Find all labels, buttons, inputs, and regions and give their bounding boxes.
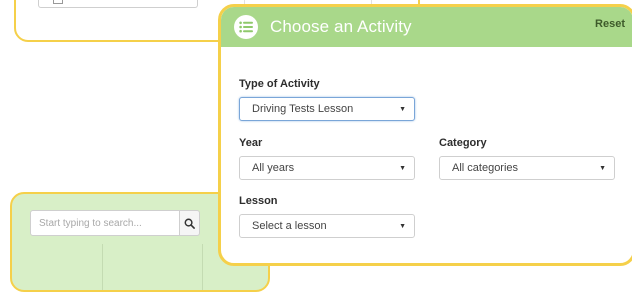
- search-input[interactable]: [30, 210, 180, 236]
- choose-activity-modal: Choose an Activity Reset Type of Activit…: [218, 4, 632, 266]
- category-value: All categories: [452, 162, 519, 174]
- lesson-select[interactable]: Select a lesson ▼: [239, 214, 415, 238]
- chevron-down-icon: ▼: [399, 105, 406, 113]
- divider: [102, 244, 103, 290]
- type-of-activity-select[interactable]: Driving Tests Lesson ▼: [239, 97, 415, 121]
- type-of-activity-label: Type of Activity: [239, 78, 320, 90]
- year-select[interactable]: All years ▼: [239, 156, 415, 180]
- chevron-down-icon: ▼: [399, 164, 406, 172]
- search-icon: [184, 218, 195, 229]
- year-label: Year: [239, 137, 263, 149]
- category-select[interactable]: All categories ▼: [439, 156, 615, 180]
- category-label: Category: [439, 137, 487, 149]
- list-icon: [234, 15, 258, 39]
- chevron-down-icon: ▼: [399, 222, 406, 230]
- type-of-activity-value: Driving Tests Lesson: [252, 103, 354, 115]
- year-value: All years: [252, 162, 295, 174]
- lesson-label: Lesson: [239, 195, 278, 207]
- background-top-field[interactable]: [38, 0, 198, 8]
- chevron-down-icon: ▼: [599, 164, 606, 172]
- reset-link[interactable]: Reset: [595, 18, 625, 30]
- modal-header: Choose an Activity Reset: [221, 7, 632, 47]
- checkbox-icon: [53, 0, 63, 4]
- divider: [202, 244, 203, 290]
- lesson-value: Select a lesson: [252, 220, 327, 232]
- search-button[interactable]: [180, 210, 200, 236]
- search-bar: [30, 210, 200, 236]
- modal-title: Choose an Activity: [270, 17, 412, 36]
